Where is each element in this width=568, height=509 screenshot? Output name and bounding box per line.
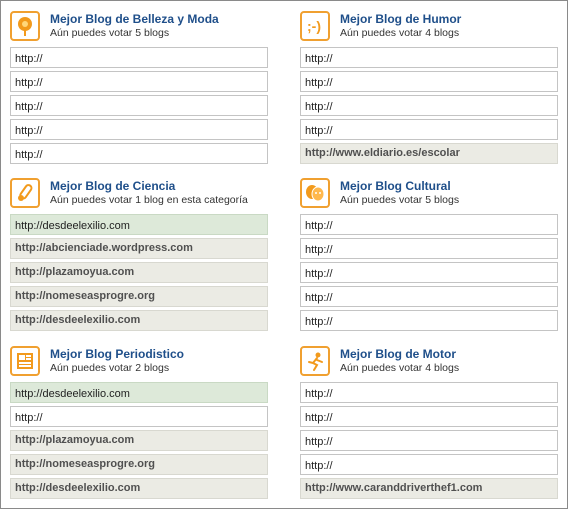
winking-face-icon: ;-) — [300, 11, 330, 41]
category-votes-remaining: Aún puedes votar 5 blogs — [50, 27, 170, 39]
blog-url-input[interactable] — [300, 95, 558, 116]
category-ciencia: Mejor Blog de Ciencia Aún puedes votar 1… — [10, 176, 268, 331]
category-votes-remaining: Aún puedes votar 2 blogs — [50, 362, 170, 374]
blog-url-input[interactable] — [300, 214, 558, 235]
category-title[interactable]: Mejor Blog Cultural — [340, 179, 451, 193]
category-title[interactable]: Mejor Blog de Humor — [340, 12, 461, 26]
category-header: Mejor Blog de Belleza y Moda Aún puedes … — [10, 9, 268, 47]
category-header: Mejor Blog de Motor Aún puedes votar 4 b… — [300, 344, 558, 382]
category-votes-remaining: Aún puedes votar 1 blog en esta categorí… — [50, 194, 248, 206]
blog-url-input[interactable] — [10, 71, 268, 92]
category-title[interactable]: Mejor Blog de Ciencia — [50, 179, 175, 193]
category-header: Mejor Blog Cultural Aún puedes votar 5 b… — [300, 176, 558, 214]
category-title[interactable]: Mejor Blog Periodistico — [50, 347, 184, 361]
category-title[interactable]: Mejor Blog de Belleza y Moda — [50, 12, 219, 26]
voting-panel: Mejor Blog de Belleza y Moda Aún puedes … — [0, 0, 568, 509]
category-votes-remaining: Aún puedes votar 4 blogs — [340, 27, 460, 39]
blog-url-input[interactable] — [10, 143, 268, 164]
blog-url-input[interactable] — [300, 310, 558, 331]
category-title[interactable]: Mejor Blog de Motor — [340, 347, 456, 361]
category-motor: Mejor Blog de Motor Aún puedes votar 4 b… — [300, 344, 558, 499]
blog-url-input[interactable] — [300, 238, 558, 259]
category-header: Mejor Blog Periodistico Aún puedes votar… — [10, 344, 268, 382]
voted-blog-entry[interactable]: http://plazamoyua.com — [10, 262, 268, 283]
blog-url-input[interactable] — [10, 382, 268, 403]
test-tube-icon — [10, 178, 40, 208]
blog-url-input[interactable] — [10, 95, 268, 116]
blog-url-input[interactable] — [300, 47, 558, 68]
category-header: Mejor Blog de Ciencia Aún puedes votar 1… — [10, 176, 268, 214]
blog-url-input[interactable] — [300, 454, 558, 475]
voted-blog-entry[interactable]: http://www.caranddriverthef1.com — [300, 478, 558, 499]
blog-url-input[interactable] — [10, 406, 268, 427]
category-belleza: Mejor Blog de Belleza y Moda Aún puedes … — [10, 9, 268, 164]
voted-blog-entry[interactable]: http://desdeelexilio.com — [10, 478, 268, 499]
blog-url-input[interactable] — [300, 406, 558, 427]
flower-icon — [10, 11, 40, 41]
blog-url-input[interactable] — [300, 119, 558, 140]
voted-blog-entry[interactable]: http://nomeseasprogre.org — [10, 454, 268, 475]
category-humor: ;-) Mejor Blog de Humor Aún puedes votar… — [300, 9, 558, 164]
category-periodistico: Mejor Blog Periodistico Aún puedes votar… — [10, 344, 268, 499]
category-cultural: Mejor Blog Cultural Aún puedes votar 5 b… — [300, 176, 558, 331]
blog-url-input[interactable] — [300, 286, 558, 307]
blog-url-input[interactable] — [300, 71, 558, 92]
blog-url-input[interactable] — [300, 262, 558, 283]
theater-masks-icon — [300, 178, 330, 208]
category-votes-remaining: Aún puedes votar 5 blogs — [340, 194, 460, 206]
blog-url-input[interactable] — [300, 382, 558, 403]
voted-blog-entry[interactable]: http://plazamoyua.com — [10, 430, 268, 451]
voted-blog-entry[interactable]: http://nomeseasprogre.org — [10, 286, 268, 307]
blog-url-input[interactable] — [300, 430, 558, 451]
svg-text:;-): ;-) — [307, 18, 321, 34]
category-header: ;-) Mejor Blog de Humor Aún puedes votar… — [300, 9, 558, 47]
category-votes-remaining: Aún puedes votar 4 blogs — [340, 362, 460, 374]
racing-driver-icon — [300, 346, 330, 376]
voted-blog-entry[interactable]: http://www.eldiario.es/escolar — [300, 143, 558, 164]
voted-blog-entry[interactable]: http://abcienciade.wordpress.com — [10, 238, 268, 259]
blog-url-input[interactable] — [10, 119, 268, 140]
voted-blog-entry[interactable]: http://desdeelexilio.com — [10, 310, 268, 331]
newspaper-icon — [10, 346, 40, 376]
blog-url-input[interactable] — [10, 47, 268, 68]
blog-url-input[interactable] — [10, 214, 268, 235]
